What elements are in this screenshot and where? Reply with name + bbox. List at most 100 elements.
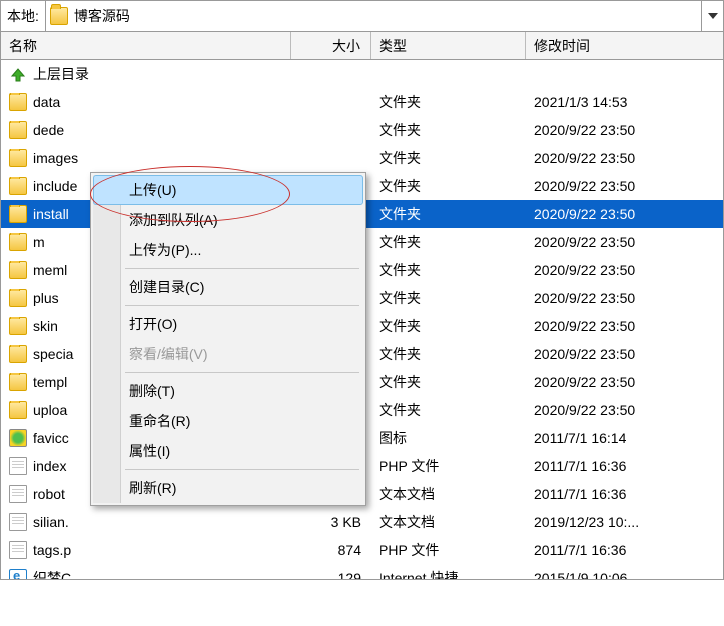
column-size[interactable]: 大小 bbox=[291, 32, 371, 59]
file-name: m bbox=[33, 234, 45, 250]
file-size: 874 bbox=[291, 542, 371, 558]
file-name: skin bbox=[33, 318, 58, 334]
folder-icon bbox=[9, 177, 27, 195]
file-name: include bbox=[33, 178, 77, 194]
file-date: 2019/12/23 10:... bbox=[526, 514, 700, 530]
file-name: images bbox=[33, 150, 78, 166]
folder-icon bbox=[9, 121, 27, 139]
chevron-down-icon bbox=[708, 13, 718, 19]
file-type: 文件夹 bbox=[371, 92, 526, 112]
column-headers: 名称 大小 类型 修改时间 bbox=[0, 32, 724, 60]
file-size: 3 KB bbox=[291, 514, 371, 530]
up-arrow-icon bbox=[9, 65, 27, 83]
file-row[interactable]: silian. 3 KB文本文档2019/12/23 10:... bbox=[1, 508, 723, 536]
file-row[interactable]: dede文件夹2020/9/22 23:50 bbox=[1, 116, 723, 144]
folder-icon bbox=[9, 289, 27, 307]
parent-dir-label: 上层目录 bbox=[33, 64, 89, 84]
file-type: 文件夹 bbox=[371, 148, 526, 168]
location-bar: 本地: 博客源码 bbox=[0, 0, 724, 32]
file-name: favicc bbox=[33, 430, 69, 446]
file-name: tags.p bbox=[33, 542, 71, 558]
menu-separator bbox=[125, 372, 359, 373]
location-label: 本地: bbox=[1, 1, 46, 31]
file-type: Internet 快捷... bbox=[371, 568, 526, 580]
file-name: 织梦C bbox=[33, 568, 71, 580]
file-date: 2011/7/1 16:36 bbox=[526, 542, 700, 558]
folder-icon bbox=[9, 233, 27, 251]
file-date: 2020/9/22 23:50 bbox=[526, 262, 700, 278]
file-type: 文件夹 bbox=[371, 344, 526, 364]
file-name: index bbox=[33, 458, 66, 474]
ico-icon bbox=[9, 429, 27, 447]
file-date: 2020/9/22 23:50 bbox=[526, 402, 700, 418]
file-name: specia bbox=[33, 346, 73, 362]
file-size: 129 bbox=[291, 570, 371, 580]
ie-icon bbox=[9, 569, 27, 580]
file-date: 2020/9/22 23:50 bbox=[526, 290, 700, 306]
file-row[interactable]: images 文件夹2020/9/22 23:50 bbox=[1, 144, 723, 172]
menu-item[interactable]: 上传为(P)... bbox=[93, 235, 363, 265]
file-type: 文件夹 bbox=[371, 232, 526, 252]
file-type: 文件夹 bbox=[371, 176, 526, 196]
file-type: 文件夹 bbox=[371, 120, 526, 140]
menu-item[interactable]: 重命名(R) bbox=[93, 406, 363, 436]
file-date: 2020/9/22 23:50 bbox=[526, 122, 700, 138]
file-name: plus bbox=[33, 290, 59, 306]
file-date: 2015/1/9 10:06 bbox=[526, 570, 700, 580]
location-dropdown[interactable] bbox=[701, 1, 723, 31]
menu-item[interactable]: 添加到队列(A) bbox=[93, 205, 363, 235]
location-path[interactable]: 博客源码 bbox=[46, 1, 701, 31]
folder-icon bbox=[9, 93, 27, 111]
file-date: 2020/9/22 23:50 bbox=[526, 234, 700, 250]
file-icon bbox=[9, 457, 27, 475]
menu-item[interactable]: 打开(O) bbox=[93, 309, 363, 339]
location-folder-name: 博客源码 bbox=[74, 6, 130, 26]
file-type: 文件夹 bbox=[371, 260, 526, 280]
file-type: 文件夹 bbox=[371, 288, 526, 308]
column-type[interactable]: 类型 bbox=[371, 32, 526, 59]
menu-item[interactable]: 上传(U) bbox=[93, 175, 363, 205]
folder-icon bbox=[9, 401, 27, 419]
folder-icon bbox=[9, 345, 27, 363]
file-row[interactable]: 织梦C 129Internet 快捷...2015/1/9 10:06 bbox=[1, 564, 723, 580]
file-date: 2020/9/22 23:50 bbox=[526, 150, 700, 166]
folder-icon bbox=[9, 317, 27, 335]
column-date[interactable]: 修改时间 bbox=[526, 32, 700, 59]
file-date: 2021/1/3 14:53 bbox=[526, 94, 700, 110]
file-type: 文本文档 bbox=[371, 512, 526, 532]
file-row[interactable]: data 文件夹2021/1/3 14:53 bbox=[1, 88, 723, 116]
menu-separator bbox=[125, 469, 359, 470]
file-type: 文件夹 bbox=[371, 316, 526, 336]
menu-item[interactable]: 创建目录(C) bbox=[93, 272, 363, 302]
file-type: 文本文档 bbox=[371, 484, 526, 504]
file-date: 2020/9/22 23:50 bbox=[526, 374, 700, 390]
file-type: PHP 文件 bbox=[371, 456, 526, 476]
folder-icon bbox=[50, 7, 68, 25]
file-row[interactable]: tags.p 874PHP 文件2011/7/1 16:36 bbox=[1, 536, 723, 564]
menu-item[interactable]: 删除(T) bbox=[93, 376, 363, 406]
file-date: 2020/9/22 23:50 bbox=[526, 206, 700, 222]
file-date: 2020/9/22 23:50 bbox=[526, 318, 700, 334]
folder-icon bbox=[9, 149, 27, 167]
file-date: 2020/9/22 23:50 bbox=[526, 178, 700, 194]
file-name: install bbox=[33, 206, 69, 222]
menu-item[interactable]: 刷新(R) bbox=[93, 473, 363, 503]
folder-icon bbox=[9, 261, 27, 279]
file-type: 文件夹 bbox=[371, 400, 526, 420]
menu-separator bbox=[125, 268, 359, 269]
file-name: data bbox=[33, 94, 60, 110]
folder-icon bbox=[9, 205, 27, 223]
parent-dir-row[interactable]: 上层目录 bbox=[1, 60, 723, 88]
file-type: PHP 文件 bbox=[371, 540, 526, 560]
file-name: meml bbox=[33, 262, 67, 278]
context-menu: 上传(U)添加到队列(A)上传为(P)...创建目录(C)打开(O)察看/编辑(… bbox=[90, 172, 366, 506]
file-name: silian. bbox=[33, 514, 69, 530]
file-icon bbox=[9, 513, 27, 531]
file-date: 2020/9/22 23:50 bbox=[526, 346, 700, 362]
column-name[interactable]: 名称 bbox=[1, 32, 291, 59]
menu-item[interactable]: 属性(I) bbox=[93, 436, 363, 466]
folder-icon bbox=[9, 373, 27, 391]
file-date: 2011/7/1 16:14 bbox=[526, 430, 700, 446]
file-type: 文件夹 bbox=[371, 204, 526, 224]
file-name: robot bbox=[33, 486, 65, 502]
